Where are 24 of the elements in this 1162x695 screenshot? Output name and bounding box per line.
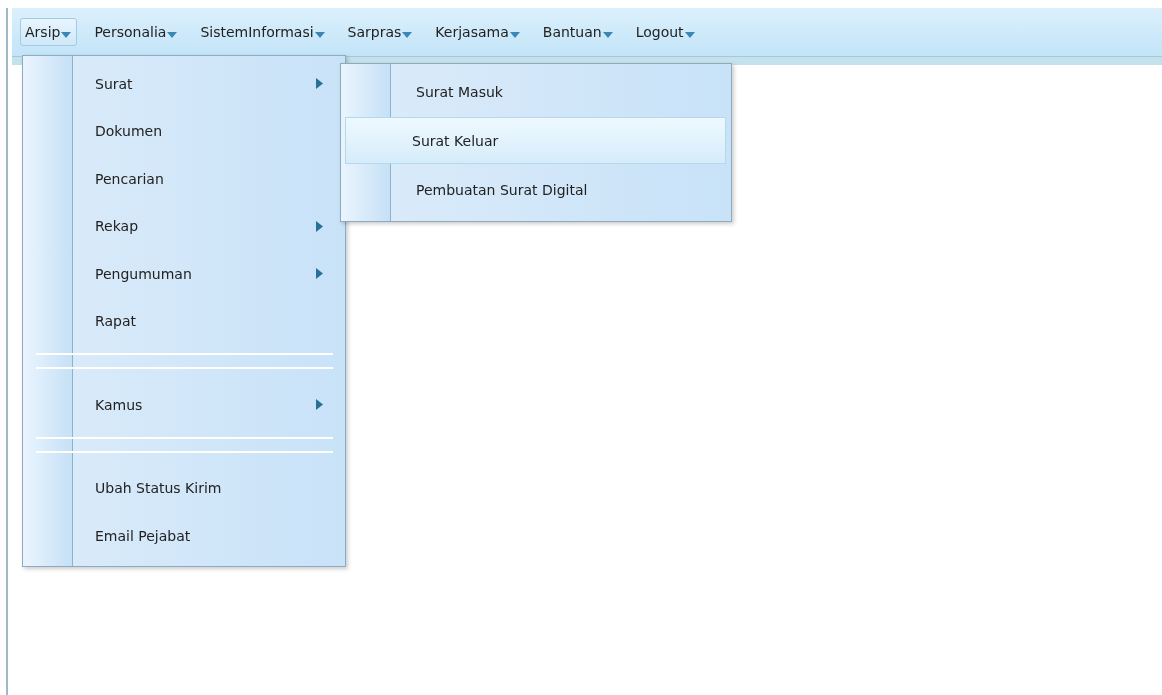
- menu-item[interactable]: Surat Keluar: [345, 117, 726, 164]
- menu-item[interactable]: Rekap: [23, 202, 345, 250]
- caret-icon: [167, 32, 178, 38]
- menu-item[interactable]: Kerjasama: [430, 18, 526, 46]
- menu-item[interactable]: Sarpras: [342, 18, 419, 46]
- menu-item[interactable]: Bantuan: [537, 18, 619, 46]
- menu-item[interactable]: Logout: [630, 18, 701, 46]
- menu-item[interactable]: Surat: [23, 60, 345, 108]
- caret-icon: [509, 32, 520, 38]
- caret-icon: [602, 32, 613, 38]
- menu-item[interactable]: Rapat: [23, 297, 345, 345]
- menu-item[interactable]: Arsip: [20, 18, 78, 46]
- caret-icon: [314, 32, 325, 38]
- caret-icon: [61, 32, 72, 38]
- caret-icon: [402, 32, 413, 38]
- menu-item[interactable]: Email Pejabat: [23, 512, 345, 560]
- menu-item[interactable]: Surat Masuk: [345, 68, 726, 115]
- menu-item[interactable]: Kamus: [23, 381, 345, 429]
- menu-item[interactable]: SistemInformasi: [195, 18, 331, 46]
- caret-icon: [684, 32, 695, 38]
- menu-item[interactable]: Ubah Status Kirim: [23, 464, 345, 512]
- menu-item[interactable]: Pengumuman: [23, 250, 345, 298]
- menu-item[interactable]: Pembuatan Surat Digital: [345, 166, 726, 213]
- menu-item[interactable]: Personalia: [89, 18, 184, 46]
